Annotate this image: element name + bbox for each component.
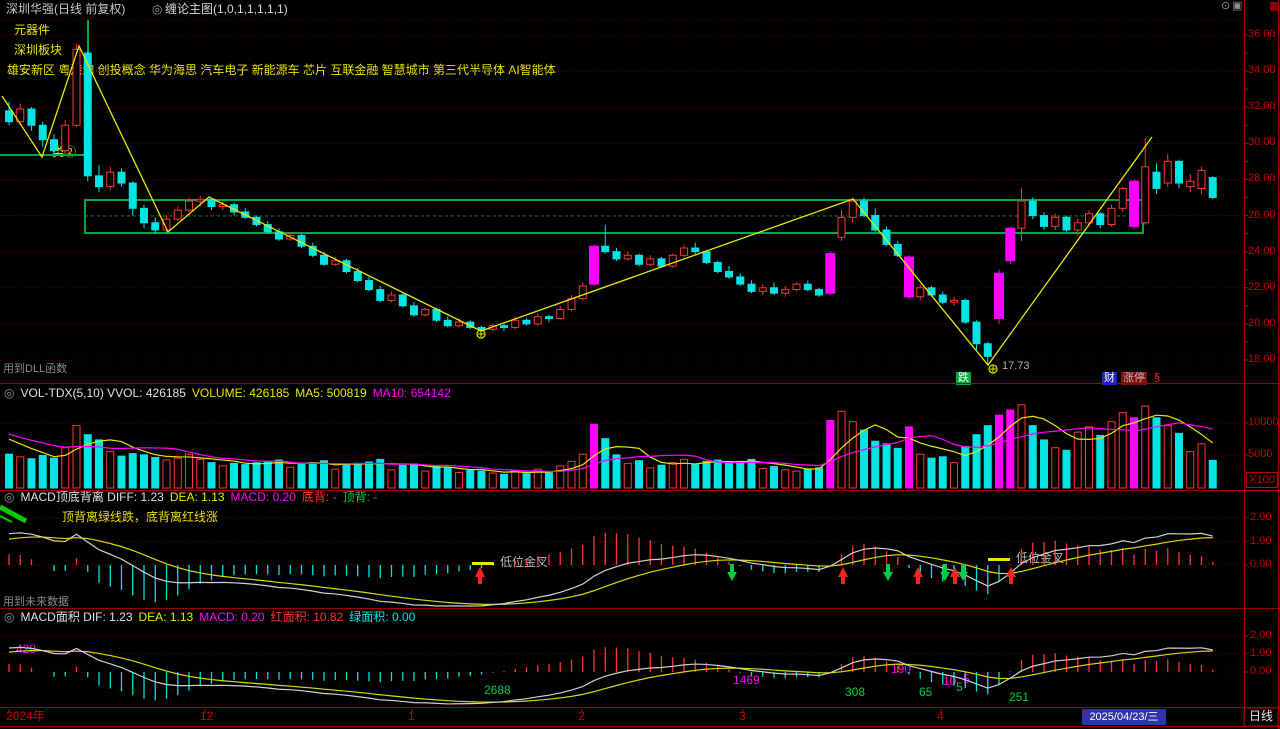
tdx-trading-terminal: { "app": { "title": "深圳华强(日线 前复权)", "ind… [0,0,1280,729]
macd-area-pane [0,636,1244,704]
axes-and-borders [0,0,1280,729]
macd-divergence-pane [0,507,1244,606]
main-price-pane [0,19,1244,373]
volume-pane [0,405,1244,488]
chart-canvas[interactable] [0,0,1280,729]
